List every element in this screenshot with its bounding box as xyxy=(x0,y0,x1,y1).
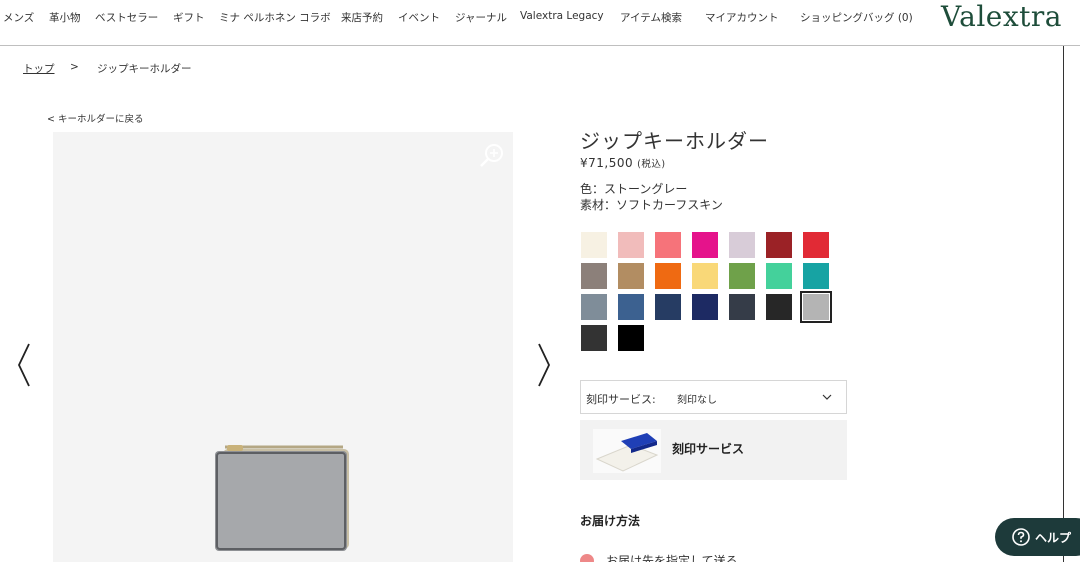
color-swatch[interactable] xyxy=(692,294,718,320)
nav-item-account[interactable]: マイアカウント xyxy=(705,10,779,25)
nav-item-reservation[interactable]: 来店予約 xyxy=(341,10,383,25)
engraving-service-title: 刻印サービス xyxy=(672,442,745,456)
engraving-image xyxy=(593,429,661,473)
breadcrumb-current: ジップキーホルダー xyxy=(97,63,192,75)
color-swatch[interactable] xyxy=(655,263,681,289)
color-swatch[interactable] xyxy=(729,294,755,320)
nav-item-bestsellers[interactable]: ベストセラー xyxy=(95,10,158,25)
engraving-value: 刻印なし xyxy=(677,395,717,406)
color-swatch[interactable] xyxy=(766,294,792,320)
nav-item-gift[interactable]: ギフト xyxy=(173,10,205,25)
product-image xyxy=(215,445,349,551)
color-swatch[interactable] xyxy=(692,232,718,258)
site-header: メンズ 革小物 ベストセラー ギフト ミナ ペルホネン コラボ 来店予約 イベン… xyxy=(0,0,1080,46)
chevron-left-icon[interactable] xyxy=(16,342,32,388)
color-swatch[interactable] xyxy=(581,294,607,320)
color-swatch[interactable] xyxy=(618,263,644,289)
nav-item-mens[interactable]: メンズ xyxy=(3,10,34,25)
color-swatch[interactable] xyxy=(692,263,718,289)
engraving-label: 刻印サービス: xyxy=(586,393,656,406)
color-swatch[interactable] xyxy=(581,325,607,351)
back-to-keyholders-link[interactable]: < キーホルダーに戻る xyxy=(47,111,143,125)
color-swatch[interactable] xyxy=(581,263,607,289)
color-swatch[interactable] xyxy=(729,263,755,289)
help-label: ヘルプ xyxy=(1035,531,1072,545)
product-gallery[interactable] xyxy=(53,132,513,562)
color-swatch[interactable] xyxy=(655,294,681,320)
nav-item-legacy[interactable]: Valextra Legacy xyxy=(520,10,604,22)
product-price: ¥71,500 (税込) xyxy=(580,156,666,170)
zoom-icon[interactable] xyxy=(479,142,505,168)
nav-item-search[interactable]: アイテム検索 xyxy=(620,10,682,25)
breadcrumb-separator: > xyxy=(70,61,79,73)
color-swatch[interactable] xyxy=(803,232,829,258)
chevron-down-icon xyxy=(822,394,832,400)
nav-item-bag[interactable]: ショッピングバッグ (0) xyxy=(800,10,913,25)
color-swatch[interactable] xyxy=(618,294,644,320)
product-color: 色：ストーングレー xyxy=(580,182,688,196)
nav-item-leather-goods[interactable]: 革小物 xyxy=(49,10,81,25)
color-swatch[interactable] xyxy=(766,232,792,258)
delivery-method-title: お届け方法 xyxy=(580,514,641,528)
brand-logo[interactable]: Valextra xyxy=(941,0,1062,33)
color-swatch[interactable] xyxy=(655,232,681,258)
product-title: ジップキーホルダー xyxy=(580,129,769,153)
delivery-option-radio[interactable] xyxy=(580,554,594,562)
color-swatch[interactable] xyxy=(800,291,832,323)
nav-item-collab[interactable]: ミナ ペルホネン コラボ xyxy=(219,10,331,25)
tax-note: (税込) xyxy=(637,159,666,170)
help-button[interactable]: ヘルプ xyxy=(995,518,1080,556)
nav-item-events[interactable]: イベント xyxy=(398,10,440,25)
color-swatch[interactable] xyxy=(729,232,755,258)
breadcrumb-top-link[interactable]: トップ xyxy=(23,61,55,76)
price-value: ¥71,500 xyxy=(580,156,634,170)
product-material: 素材：ソフトカーフスキン xyxy=(580,198,723,212)
help-icon xyxy=(1012,528,1030,546)
engraving-service-panel[interactable]: 刻印サービス xyxy=(580,420,847,480)
color-swatch[interactable] xyxy=(766,263,792,289)
color-swatch[interactable] xyxy=(803,263,829,289)
nav-item-journal[interactable]: ジャーナル xyxy=(455,10,507,25)
chevron-right-icon[interactable] xyxy=(536,342,552,388)
page-edge-divider xyxy=(1063,46,1064,562)
color-swatch[interactable] xyxy=(618,325,644,351)
delivery-option-label[interactable]: お届け先を指定して送る xyxy=(606,552,738,562)
engraving-select[interactable]: 刻印サービス: 刻印なし xyxy=(580,380,847,414)
color-swatch[interactable] xyxy=(581,232,607,258)
color-swatch[interactable] xyxy=(618,232,644,258)
